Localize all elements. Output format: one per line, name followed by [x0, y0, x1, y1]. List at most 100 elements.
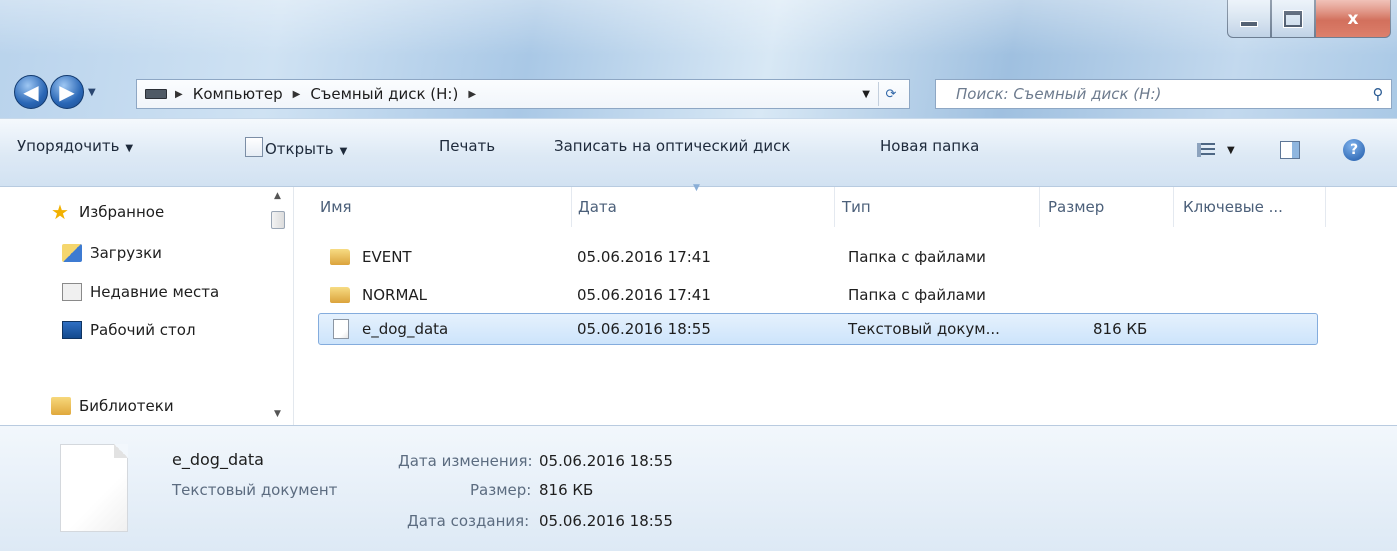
recent-places-icon [62, 283, 82, 301]
print-label: Печать [439, 137, 496, 155]
help-button[interactable]: ? [1343, 139, 1365, 161]
details-file-kind: Текстовый документ [172, 481, 338, 499]
sidebar-item-libraries[interactable]: Библиотеки [51, 397, 174, 415]
breadcrumb-separator-icon[interactable]: ▶ [468, 89, 476, 100]
search-input[interactable]: Поиск: Съемный диск (H:) [956, 85, 1365, 103]
organize-label: Упорядочить [17, 137, 120, 155]
breadcrumb-separator-icon[interactable]: ▶ [175, 89, 183, 100]
file-type: Папка с файлами [848, 286, 986, 304]
text-document-thumbnail-icon [60, 444, 128, 532]
file-name: NORMAL [362, 286, 428, 304]
back-button[interactable]: ◀ [14, 75, 48, 109]
star-icon: ★ [51, 200, 69, 224]
search-box[interactable]: Поиск: Съемный диск (H:) ⚲ [935, 79, 1392, 109]
file-name: EVENT [362, 248, 412, 266]
minimize-icon [1240, 20, 1258, 27]
recent-pages-dropdown[interactable]: ▼ [88, 87, 98, 98]
file-type: Папка с файлами [848, 248, 986, 266]
chevron-down-icon: ▼ [1227, 144, 1235, 156]
file-type: Текстовый докум... [848, 320, 1000, 338]
libraries-icon [51, 397, 71, 415]
column-header-name[interactable]: Имя [308, 187, 572, 227]
maximize-button[interactable] [1271, 0, 1315, 38]
sidebar-item-downloads[interactable]: Загрузки [62, 244, 162, 262]
sidebar-item-desktop[interactable]: Рабочий стол [62, 321, 196, 339]
address-bar[interactable]: ▶ Компьютер ▶ Съемный диск (H:) ▶ ▼ ⟳ [136, 79, 910, 109]
command-toolbar: Упорядочить ▼ Открыть ▼ Печать Записать на… [0, 118, 1397, 187]
refresh-button[interactable]: ⟳ [878, 82, 903, 106]
navigation-buttons: ◀ ▶ ▼ [14, 75, 98, 109]
close-button[interactable]: x [1315, 0, 1391, 38]
sidebar-item-label: Избранное [79, 203, 165, 221]
column-header-size[interactable]: Размер [1040, 187, 1174, 227]
sidebar-item-label: Недавние места [90, 283, 220, 301]
table-row[interactable]: EVENT 05.06.2016 17:41 Папка с файлами [318, 241, 1318, 273]
new-folder-label: Новая папка [880, 137, 980, 155]
burn-disc-label: Записать на оптический диск [554, 137, 791, 155]
details-modified-value: 05.06.2016 18:55 [539, 452, 673, 470]
chevron-down-icon: ▼ [125, 143, 134, 154]
print-button[interactable]: Печать [439, 137, 495, 155]
sidebar-item-label: Загрузки [90, 244, 162, 262]
forward-button[interactable]: ▶ [50, 75, 84, 109]
details-created-label: Дата создания: [407, 512, 530, 530]
preview-pane-button[interactable] [1280, 141, 1300, 159]
maximize-icon [1284, 10, 1302, 27]
back-arrow-icon: ◀ [23, 80, 39, 104]
column-header-label: Имя [320, 198, 352, 216]
file-date: 05.06.2016 18:55 [577, 320, 711, 338]
scroll-up-icon[interactable]: ▲ [274, 191, 281, 201]
column-header-label: Тип [842, 198, 871, 216]
table-row[interactable]: NORMAL 05.06.2016 17:41 Папка с файлами [318, 279, 1318, 311]
file-list: Имя Дата ▼ Тип Размер Ключевые ... EVENT… [294, 183, 1397, 425]
downloads-icon [62, 244, 82, 262]
navigation-scrollbar[interactable]: ▲ ▼ [268, 187, 290, 425]
desktop-icon [62, 321, 82, 339]
file-date: 05.06.2016 17:41 [577, 286, 711, 304]
open-label: Открыть [265, 140, 334, 158]
file-size: 816 КБ [1093, 320, 1148, 338]
new-folder-button[interactable]: Новая папка [880, 137, 979, 155]
sidebar-item-label: Библиотеки [79, 397, 174, 415]
organize-button[interactable]: Упорядочить ▼ [17, 137, 133, 155]
column-header-type[interactable]: Тип [835, 187, 1040, 227]
table-row-selected[interactable]: e_dog_data 05.06.2016 18:55 Текстовый до… [318, 313, 1318, 345]
details-file-name: e_dog_data [172, 450, 264, 469]
sidebar-item-recent-places[interactable]: Недавние места [62, 283, 219, 301]
folder-icon [330, 287, 350, 303]
column-header-date[interactable]: Дата [572, 187, 835, 227]
drive-icon [145, 89, 167, 99]
navigation-pane: ★ Избранное Загрузки Недавние места Рабо… [0, 187, 294, 425]
sidebar-item-favorites[interactable]: ★ Избранное [51, 200, 165, 224]
address-history-dropdown-icon[interactable]: ▼ [862, 89, 870, 100]
search-icon[interactable]: ⚲ [1365, 85, 1391, 103]
details-created-value: 05.06.2016 18:55 [539, 512, 673, 530]
breadcrumb-separator-icon[interactable]: ▶ [293, 89, 301, 100]
column-header-tags[interactable]: Ключевые ... [1174, 187, 1326, 227]
help-icon: ? [1349, 142, 1359, 158]
details-modified-label: Дата изменения: [398, 452, 533, 470]
text-document-icon [333, 319, 349, 339]
change-view-button[interactable]: ▼ [1197, 143, 1235, 157]
details-pane: e_dog_data Текстовый документ Дата измен… [0, 425, 1397, 551]
breadcrumb: ▶ Компьютер ▶ Съемный диск (H:) ▶ [175, 85, 486, 103]
column-header-label: Ключевые ... [1183, 198, 1283, 216]
forward-arrow-icon: ▶ [59, 80, 75, 104]
burn-disc-button[interactable]: Записать на оптический диск [554, 137, 790, 155]
sort-descending-icon: ▼ [693, 183, 700, 193]
details-size-value: 816 КБ [539, 481, 594, 499]
open-button[interactable]: Открыть ▼ [245, 137, 347, 158]
folder-icon [330, 249, 350, 265]
sidebar-item-label: Рабочий стол [90, 321, 196, 339]
breadcrumb-drive[interactable]: Съемный диск (H:) [310, 85, 458, 103]
scroll-down-icon[interactable]: ▼ [274, 409, 281, 419]
title-bar: x ◀ ▶ ▼ ▶ Компьютер ▶ Съемный диск (H:) … [0, 0, 1397, 118]
window-controls: x [1227, 0, 1391, 38]
column-header-label: Дата [578, 198, 617, 216]
scrollbar-thumb[interactable] [271, 211, 285, 229]
minimize-button[interactable] [1227, 0, 1271, 38]
file-date: 05.06.2016 17:41 [577, 248, 711, 266]
close-icon: x [1347, 8, 1359, 29]
chevron-down-icon: ▼ [339, 146, 348, 157]
breadcrumb-computer[interactable]: Компьютер [193, 85, 283, 103]
